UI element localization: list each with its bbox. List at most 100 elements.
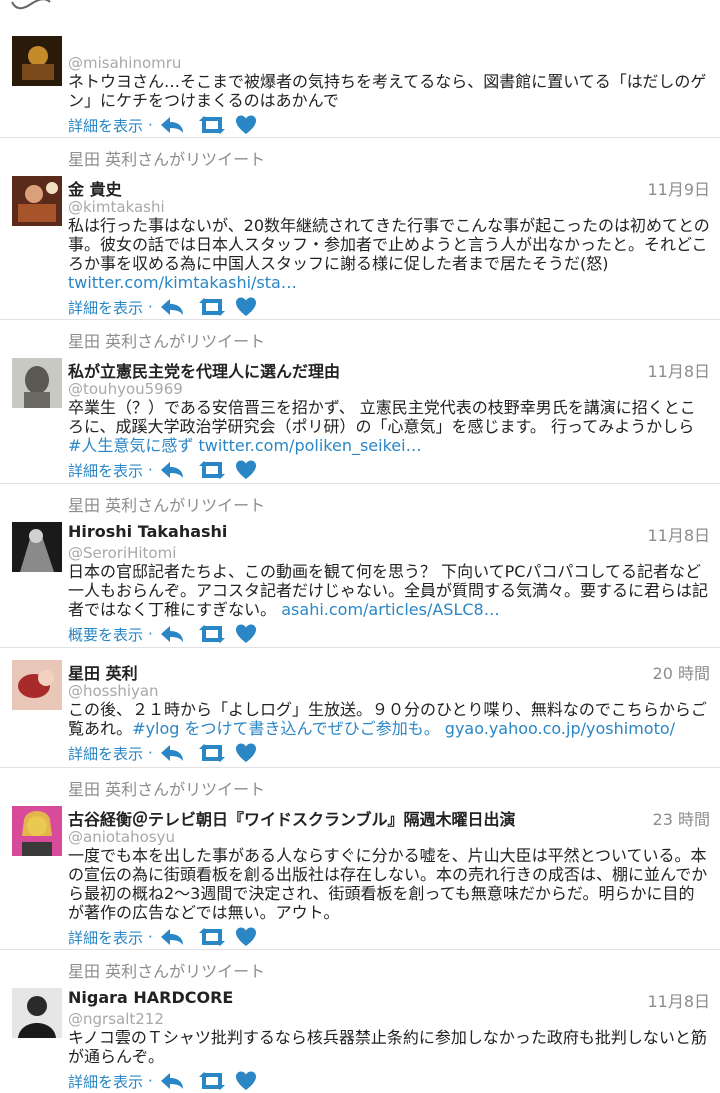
retweet-indicator: 星田 英利さんがリツイート bbox=[68, 780, 266, 799]
tweet-text: 私は行った事はないが、20数年継続されてきた行事でこんな事が起こったのは初めてと… bbox=[68, 216, 710, 292]
user-handle[interactable]: @ngrsalt212 bbox=[68, 1010, 710, 1028]
retweet-indicator: 星田 英利さんがリツイート bbox=[68, 150, 266, 169]
separator-dot: · bbox=[148, 461, 153, 479]
user-name[interactable]: Nigara HARDCORE bbox=[68, 988, 233, 1007]
user-name[interactable]: 星田 英利 bbox=[68, 660, 138, 684]
tweet-text: キノコ雲のＴシャツ批判するなら核兵器禁止条約に参加しなかった政府も批判しないと筋… bbox=[68, 1028, 710, 1066]
like-icon[interactable] bbox=[235, 926, 265, 948]
tweet-header: 古谷経衡＠テレビ朝日『ワイドスクランブル』隔週木曜日出演 23 時間 bbox=[68, 806, 710, 830]
tweet-link[interactable]: twitter.com/kimtakashi/sta… bbox=[68, 273, 297, 292]
tweet-text: 一度でも本を出した事がある人ならすぐに分かる嘘を、片山大臣は平然とついている。本… bbox=[68, 846, 710, 922]
retweet-indicator: 星田 英利さんがリツイート bbox=[68, 496, 266, 515]
reply-icon[interactable] bbox=[159, 1070, 189, 1092]
tweet-header: Hiroshi Takahashi 11月8日 bbox=[68, 522, 710, 545]
separator-dot: · bbox=[148, 928, 153, 946]
avatar[interactable] bbox=[12, 36, 62, 86]
tweet-actions: 詳細を表示 · bbox=[68, 922, 710, 952]
tweet-actions: 詳細を表示 · bbox=[68, 110, 710, 140]
show-details-link[interactable]: 詳細を表示 bbox=[68, 743, 143, 764]
tweet-body: キノコ雲のＴシャツ批判するなら核兵器禁止条約に参加しなかった政府も批判しないと筋… bbox=[68, 1028, 707, 1066]
tweet-text: ネトウヨさん…そこまで被爆者の気持ちを考えてるなら、図書館に置いてる「はだしのゲ… bbox=[68, 72, 710, 110]
retweet-icon[interactable] bbox=[197, 926, 227, 948]
infinity-icon bbox=[11, 0, 51, 10]
like-icon[interactable] bbox=[235, 623, 265, 645]
separator-dot: · bbox=[148, 744, 153, 762]
reply-icon[interactable] bbox=[159, 742, 189, 764]
tweet-body: 私は行った事はないが、20数年継続されてきた行事でこんな事が起こったのは初めてと… bbox=[68, 216, 710, 273]
tweet-text: 日本の官邸記者たちよ、この動画を観て何を思う？ 下向いてPCパコパコしてる記者な… bbox=[68, 562, 710, 619]
avatar[interactable] bbox=[12, 660, 62, 710]
show-details-link[interactable]: 詳細を表示 bbox=[68, 115, 143, 136]
reply-icon[interactable] bbox=[159, 459, 189, 481]
tweet-body: 卒業生（？）である安倍晋三を招かず、 立憲民主党代表の枝野幸男氏を講演に招くとこ… bbox=[68, 398, 696, 436]
user-name[interactable]: 金 貴史 bbox=[68, 176, 122, 200]
tweet-actions: 概要を表示 · bbox=[68, 619, 710, 649]
tweet-time: 11月8日 bbox=[647, 362, 710, 381]
tweet-item[interactable]: 星田 英利さんがリツイート 金 貴史 11月9日 @kimtakashi 私は行… bbox=[0, 138, 720, 320]
show-summary-link[interactable]: 概要を表示 bbox=[68, 624, 143, 645]
separator-dot: · bbox=[148, 298, 153, 316]
avatar[interactable] bbox=[12, 988, 62, 1038]
show-details-link[interactable]: 詳細を表示 bbox=[68, 1071, 143, 1092]
tweet-header: 金 貴史 11月9日 bbox=[68, 176, 710, 200]
avatar[interactable] bbox=[12, 176, 62, 226]
tweet-body: 一度でも本を出した事がある人ならすぐに分かる嘘を、片山大臣は平然とついている。本… bbox=[68, 846, 708, 922]
separator-dot: · bbox=[148, 1072, 153, 1090]
like-icon[interactable] bbox=[235, 296, 265, 318]
retweet-icon[interactable] bbox=[197, 114, 227, 136]
user-handle[interactable]: @kimtakashi bbox=[68, 198, 710, 216]
tweet-item[interactable]: @misahinomru ネトウヨさん…そこまで被爆者の気持ちを考えてるなら、図… bbox=[0, 34, 720, 138]
avatar[interactable] bbox=[12, 522, 62, 572]
user-handle[interactable]: @SeroriHitomi bbox=[68, 544, 710, 562]
retweet-icon[interactable] bbox=[197, 1070, 227, 1092]
tweet-link[interactable]: #人生意気に感ず twitter.com/poliken_seikei… bbox=[68, 436, 422, 455]
tweet-header: Nigara HARDCORE 11月8日 bbox=[68, 988, 710, 1011]
tweet-item[interactable]: 星田 英利 20 時間 @hosshiyan この後、２１時から「よしログ」生放… bbox=[0, 648, 720, 768]
reply-icon[interactable] bbox=[159, 623, 189, 645]
retweet-icon[interactable] bbox=[197, 459, 227, 481]
separator-dot: · bbox=[148, 116, 153, 134]
reply-icon[interactable] bbox=[159, 926, 189, 948]
reply-icon[interactable] bbox=[159, 114, 189, 136]
tweet-item[interactable]: 星田 英利さんがリツイート Hiroshi Takahashi 11月8日 @S… bbox=[0, 484, 720, 648]
tweet-actions: 詳細を表示 · bbox=[68, 1066, 710, 1093]
tweet-header bbox=[68, 44, 710, 66]
tweet-link[interactable]: #ylog をつけて書き込んでぜひご参加も。 gyao.yahoo.co.jp/… bbox=[132, 719, 675, 738]
reply-icon[interactable] bbox=[159, 296, 189, 318]
show-details-link[interactable]: 詳細を表示 bbox=[68, 297, 143, 318]
retweet-icon[interactable] bbox=[197, 623, 227, 645]
user-handle[interactable]: @aniotahosyu bbox=[68, 828, 710, 846]
tweet-link[interactable]: asahi.com/articles/ASLC8… bbox=[281, 600, 499, 619]
tweet-text: この後、２１時から「よしログ」生放送。９０分のひとり喋り、無料なのでこちらからご… bbox=[68, 700, 710, 738]
user-name[interactable]: 古谷経衡＠テレビ朝日『ワイドスクランブル』隔週木曜日出演 bbox=[68, 806, 516, 830]
tweet-time: 11月8日 bbox=[647, 526, 710, 545]
tweet-time: 23 時間 bbox=[652, 810, 710, 829]
retweet-indicator: 星田 英利さんがリツイート bbox=[68, 962, 266, 981]
tweet-actions: 詳細を表示 · bbox=[68, 292, 710, 322]
like-icon[interactable] bbox=[235, 114, 265, 136]
like-icon[interactable] bbox=[235, 742, 265, 764]
user-name[interactable]: Hiroshi Takahashi bbox=[68, 522, 227, 541]
user-handle[interactable]: @hosshiyan bbox=[68, 682, 710, 700]
user-handle[interactable]: @touhyou5969 bbox=[68, 380, 710, 398]
avatar[interactable] bbox=[12, 358, 62, 408]
tweet-item[interactable]: 星田 英利さんがリツイート 古谷経衡＠テレビ朝日『ワイドスクランブル』隔週木曜日… bbox=[0, 768, 720, 950]
tweet-body: ネトウヨさん…そこまで被爆者の気持ちを考えてるなら、図書館に置いてる「はだしのゲ… bbox=[68, 72, 707, 110]
retweet-indicator: 星田 英利さんがリツイート bbox=[68, 332, 266, 351]
like-icon[interactable] bbox=[235, 459, 265, 481]
tweet-header: 私が立憲民主党を代理人に選んだ理由 11月8日 bbox=[68, 358, 710, 382]
retweet-icon[interactable] bbox=[197, 742, 227, 764]
tweet-item[interactable]: 星田 英利さんがリツイート Nigara HARDCORE 11月8日 @ngr… bbox=[0, 950, 720, 1093]
tweet-time: 20 時間 bbox=[652, 664, 710, 683]
tweet-item[interactable]: 星田 英利さんがリツイート 私が立憲民主党を代理人に選んだ理由 11月8日 @t… bbox=[0, 320, 720, 484]
retweet-icon[interactable] bbox=[197, 296, 227, 318]
like-icon[interactable] bbox=[235, 1070, 265, 1092]
avatar[interactable] bbox=[12, 806, 62, 856]
show-details-link[interactable]: 詳細を表示 bbox=[68, 927, 143, 948]
tweet-actions: 詳細を表示 · bbox=[68, 455, 710, 485]
show-details-link[interactable]: 詳細を表示 bbox=[68, 460, 143, 481]
tweet-timeline[interactable]: @misahinomru ネトウヨさん…そこまで被爆者の気持ちを考えてるなら、図… bbox=[0, 34, 720, 1093]
user-name[interactable]: 私が立憲民主党を代理人に選んだ理由 bbox=[68, 358, 340, 382]
tweet-time: 11月8日 bbox=[647, 992, 710, 1011]
separator-dot: · bbox=[148, 625, 153, 643]
